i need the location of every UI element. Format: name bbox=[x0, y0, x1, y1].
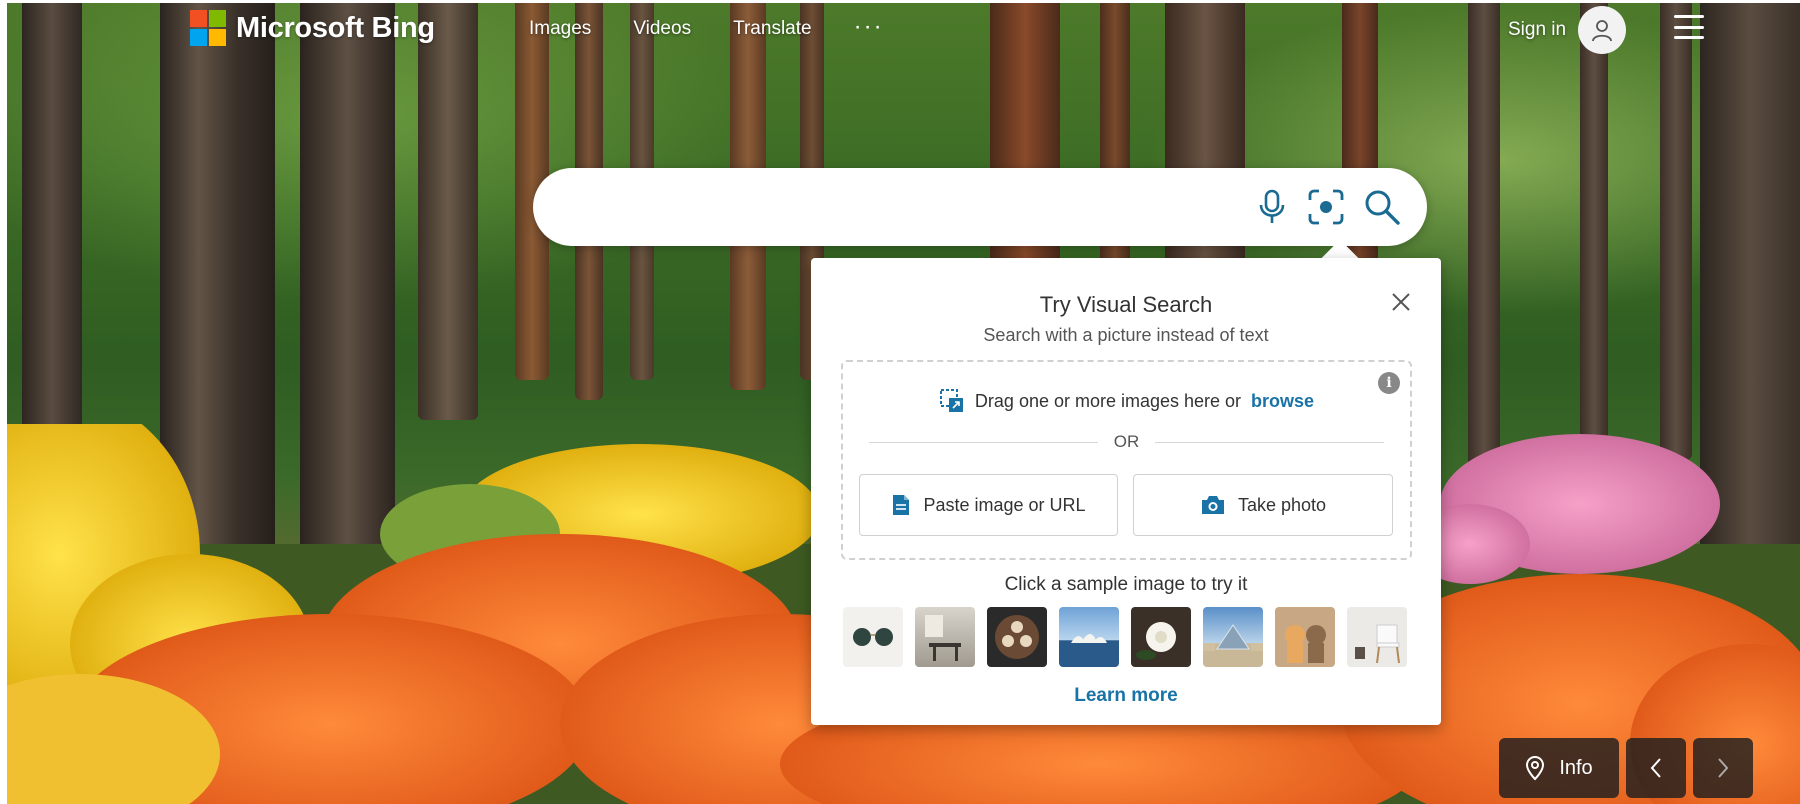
account-avatar[interactable] bbox=[1578, 6, 1626, 54]
search-box bbox=[533, 168, 1427, 246]
sample-image-dining-room[interactable] bbox=[915, 607, 975, 667]
panel-title: Try Visual Search bbox=[1039, 292, 1213, 317]
next-image-button[interactable] bbox=[1693, 738, 1753, 798]
tree-trunk bbox=[1660, 0, 1692, 460]
camera-icon bbox=[1201, 496, 1224, 514]
image-drop-zone[interactable]: i Drag one or more images here or browse… bbox=[841, 360, 1412, 560]
hamburger-menu-icon[interactable] bbox=[1674, 15, 1704, 39]
chevron-right-icon bbox=[1718, 758, 1729, 778]
drag-instructions: Drag one or more images here or browse bbox=[843, 388, 1410, 414]
tree-trunk bbox=[418, 0, 478, 420]
or-label: OR bbox=[1113, 432, 1140, 451]
visual-search-panel: Try Visual Search Search with a picture … bbox=[811, 258, 1441, 725]
nav-videos[interactable]: Videos bbox=[633, 18, 691, 40]
user-icon bbox=[1592, 20, 1612, 42]
sample-image-sydney-opera-house[interactable] bbox=[1059, 607, 1119, 667]
drag-image-icon bbox=[939, 389, 963, 412]
sample-image-cat-and-dog[interactable] bbox=[1275, 607, 1335, 667]
browse-link[interactable]: browse bbox=[1251, 391, 1314, 412]
learn-more-link[interactable]: Learn more bbox=[811, 685, 1441, 707]
tree-trunk bbox=[1580, 0, 1608, 480]
tree-trunk bbox=[1468, 0, 1500, 470]
previous-image-button[interactable] bbox=[1626, 738, 1686, 798]
sample-image-coffee-cups[interactable] bbox=[987, 607, 1047, 667]
paste-label: Paste image or URL bbox=[923, 494, 1086, 515]
microsoft-logo-icon bbox=[190, 10, 226, 46]
search-input[interactable] bbox=[569, 186, 1249, 228]
location-pin-icon bbox=[1526, 755, 1545, 781]
chevron-left-icon bbox=[1650, 758, 1661, 778]
nav-images[interactable]: Images bbox=[529, 18, 591, 40]
drag-text: Drag one or more images here or bbox=[974, 390, 1242, 411]
take-photo-button[interactable]: Take photo bbox=[1133, 474, 1393, 536]
paste-image-button[interactable]: Paste image or URL bbox=[859, 474, 1118, 536]
more-menu-icon[interactable]: ··· bbox=[854, 15, 884, 39]
sample-image-sunglasses[interactable] bbox=[843, 607, 903, 667]
window-edge bbox=[0, 0, 1800, 3]
sample-image-white-chair[interactable] bbox=[1347, 607, 1407, 667]
top-nav: Images Videos Translate ··· bbox=[529, 15, 884, 40]
photo-label: Take photo bbox=[1237, 494, 1327, 515]
nav-translate[interactable]: Translate bbox=[733, 18, 812, 40]
visual-search-icon[interactable] bbox=[1305, 186, 1347, 228]
panel-subtitle: Search with a picture instead of text bbox=[983, 325, 1269, 345]
sign-in-link[interactable]: Sign in bbox=[1508, 19, 1566, 41]
window-edge bbox=[0, 0, 7, 804]
microphone-icon[interactable] bbox=[1251, 186, 1293, 228]
logo-text: Microsoft Bing bbox=[236, 11, 435, 44]
image-info-button[interactable]: Info bbox=[1499, 738, 1619, 798]
sample-image-white-flower[interactable] bbox=[1131, 607, 1191, 667]
document-icon bbox=[893, 495, 910, 515]
close-icon[interactable] bbox=[1387, 288, 1415, 316]
sample-title: Click a sample image to try it bbox=[1004, 574, 1248, 595]
sample-images bbox=[843, 607, 1407, 667]
search-icon[interactable] bbox=[1361, 186, 1403, 228]
bing-logo[interactable]: Microsoft Bing bbox=[190, 10, 435, 46]
sample-image-pyramid-museum[interactable] bbox=[1203, 607, 1263, 667]
info-label: Info bbox=[1559, 756, 1593, 779]
or-divider: OR bbox=[869, 432, 1384, 452]
